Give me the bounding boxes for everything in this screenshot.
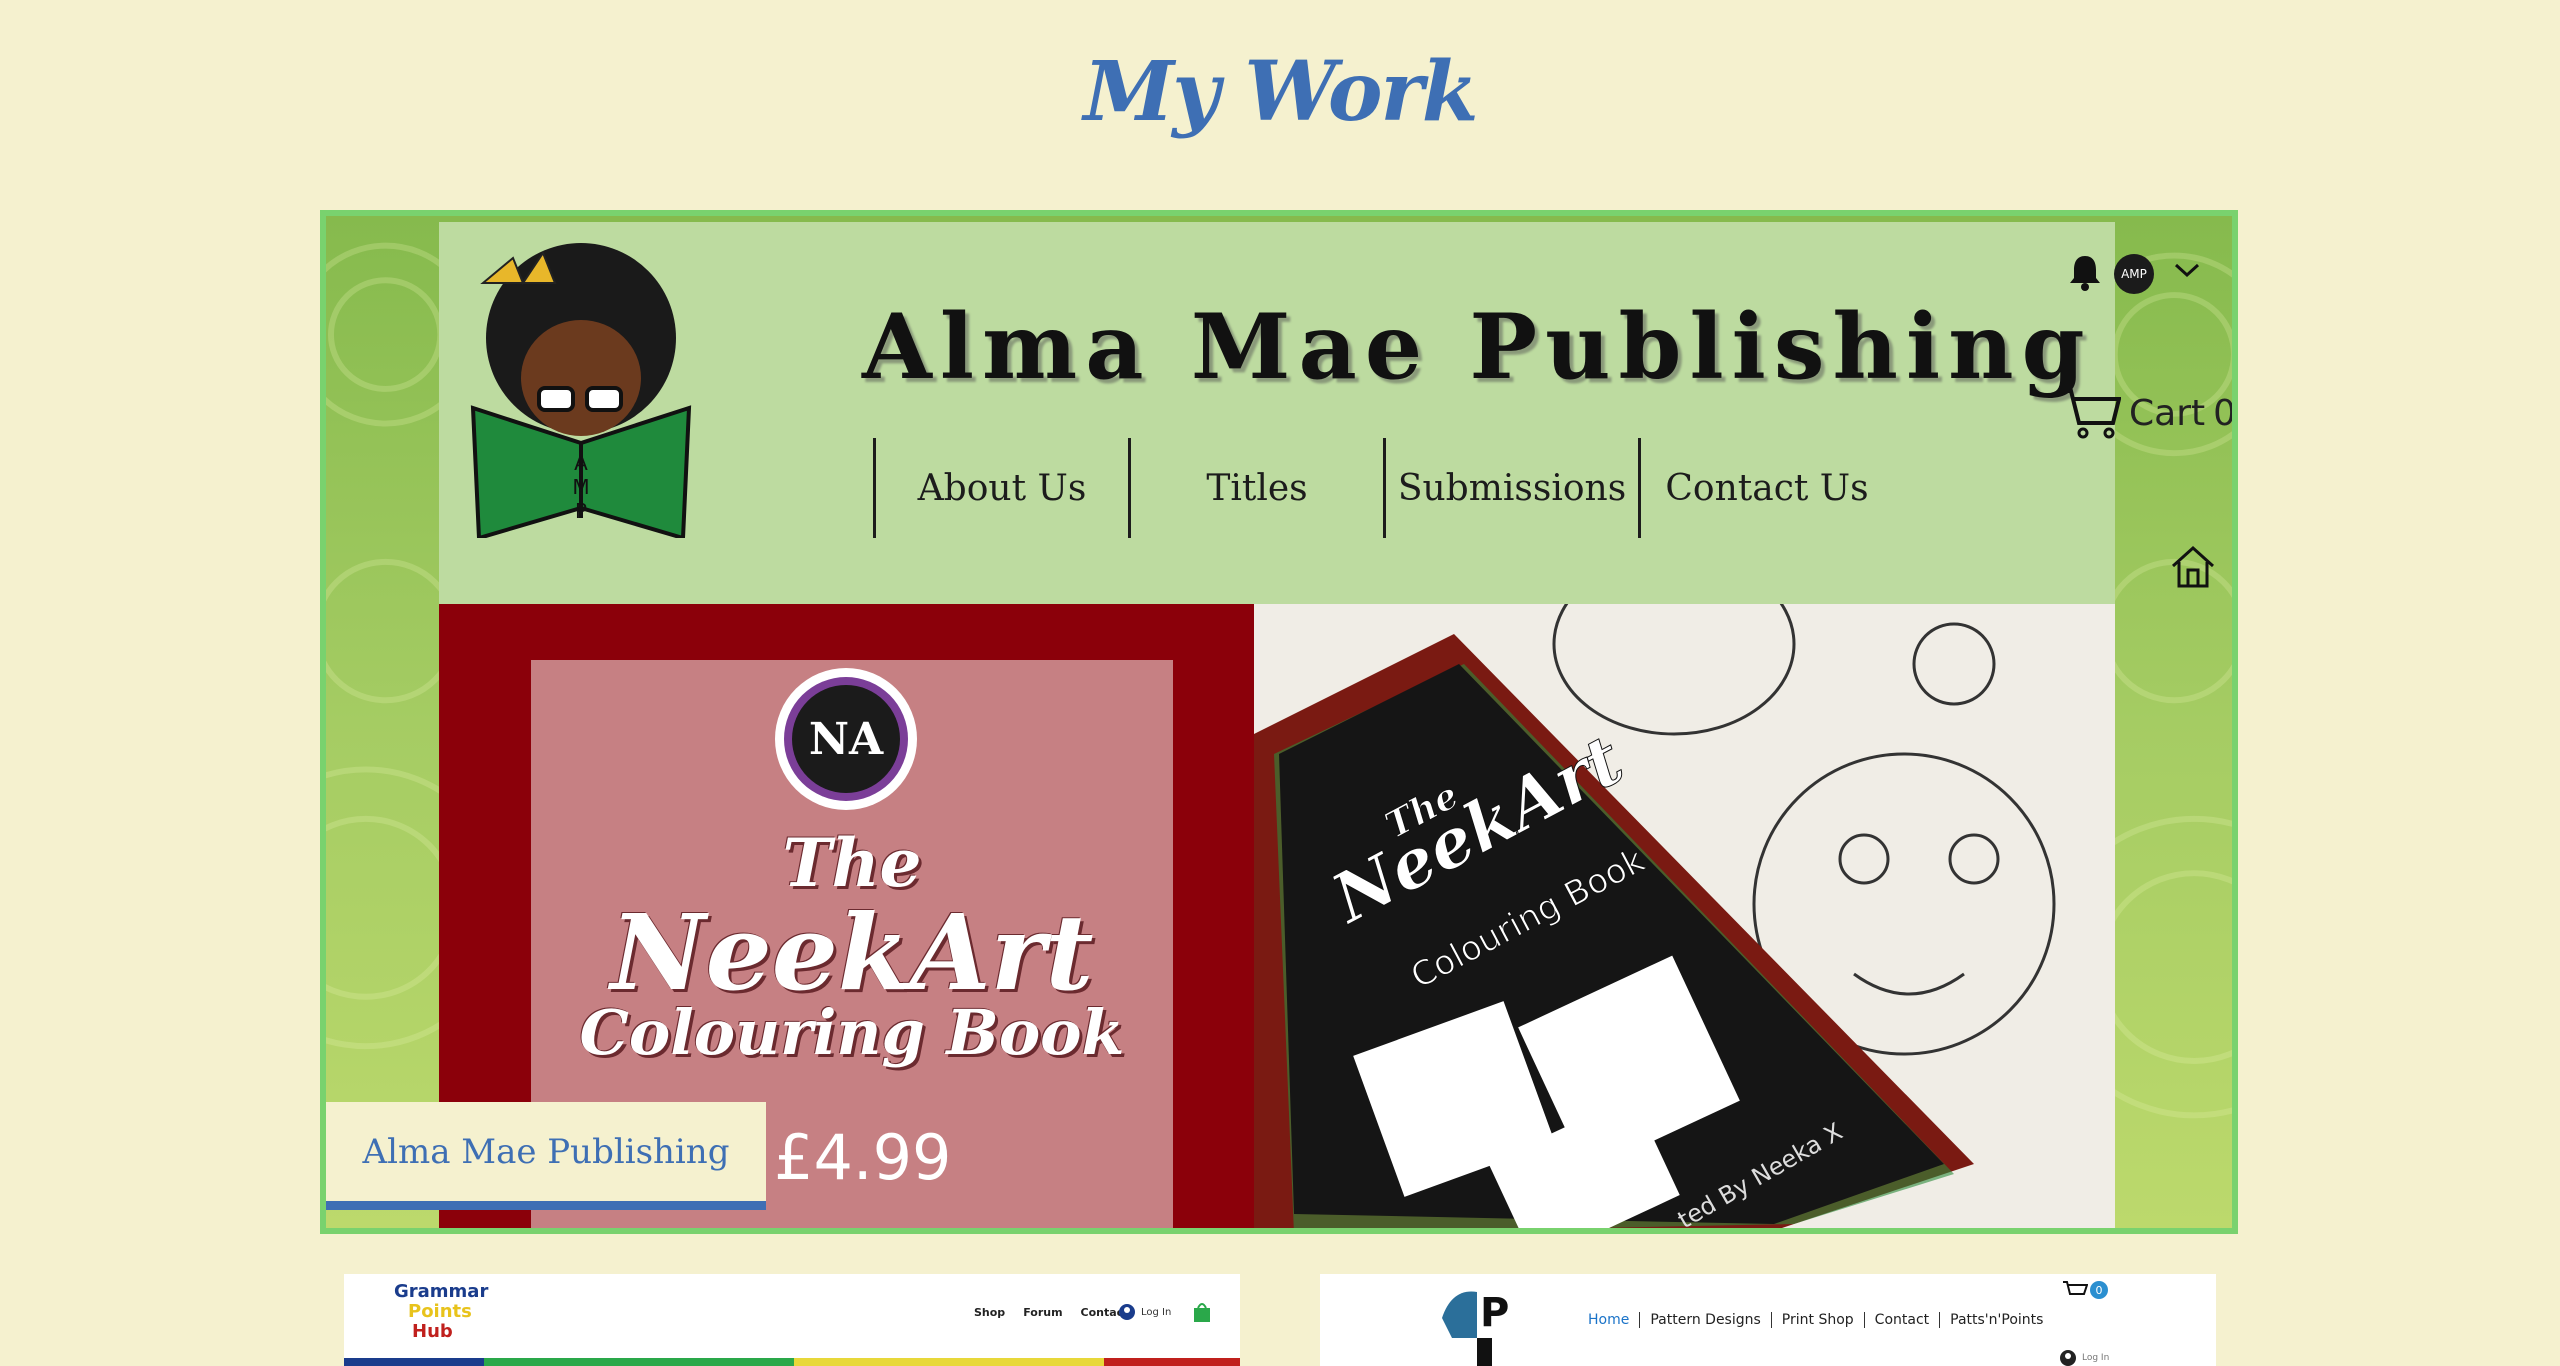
book-photo: The NeekArt Colouring Book ted By Neeka …: [1254, 604, 2115, 1228]
gp-logo-line2: Points: [408, 1301, 472, 1322]
patts-logo-letter: P: [1480, 1290, 1509, 1336]
pp-login[interactable]: Log In: [2060, 1350, 2109, 1366]
showcase-frame[interactable]: A M P Alma Mae Publishing About Us Title…: [320, 210, 2238, 1234]
pp-nav: Home Pattern Designs Print Shop Contact …: [1578, 1312, 2053, 1328]
cart-label: Cart: [2129, 392, 2206, 434]
home-icon[interactable]: [2169, 544, 2217, 588]
gp-color-bar: [344, 1358, 1240, 1366]
main-nav: About Us Titles Submissions Contact Us: [873, 438, 1893, 538]
shopping-bag-icon[interactable]: [1193, 1302, 1211, 1322]
logo-letter-a: A: [574, 451, 588, 475]
pp-nav-pattern-designs[interactable]: Pattern Designs: [1639, 1312, 1770, 1328]
cart-button[interactable]: Cart 0: [2059, 387, 2237, 439]
amp-reader-logo: A M P: [470, 243, 692, 538]
cart-icon: [2061, 389, 2121, 439]
brand-tag[interactable]: Alma Mae Publishing: [326, 1102, 766, 1210]
gp-login[interactable]: Log In: [1119, 1302, 1211, 1322]
gp-nav-forum[interactable]: Forum: [1023, 1306, 1062, 1319]
colouring-book-photo: The NeekArt Colouring Book ted By Neeka …: [1254, 604, 2115, 1228]
cart-icon: [2063, 1281, 2088, 1295]
bell-icon[interactable]: [2067, 252, 2103, 292]
pp-nav-print-shop[interactable]: Print Shop: [1770, 1312, 1864, 1328]
logo-letter-m: M: [572, 475, 589, 499]
nav-about-us[interactable]: About Us: [873, 438, 1128, 538]
site-title[interactable]: Alma Mae Publishing: [862, 294, 2093, 400]
avatar[interactable]: AMP: [2114, 254, 2154, 294]
user-icon: [1119, 1304, 1135, 1320]
showcase-bottom-strip: [326, 1228, 2232, 1234]
pp-nav-patts-n-points[interactable]: Patts'n'Points: [1939, 1312, 2053, 1328]
chevron-down-icon[interactable]: [2173, 260, 2201, 280]
pp-nav-home[interactable]: Home: [1578, 1312, 1639, 1328]
nav-titles[interactable]: Titles: [1128, 438, 1383, 538]
pp-nav-contact[interactable]: Contact: [1863, 1312, 1939, 1328]
user-icon: [2060, 1350, 2076, 1366]
patts-logo: P: [1442, 1290, 1509, 1366]
page-title: My Work: [1083, 44, 1478, 140]
site-header: A M P Alma Mae Publishing About Us Title…: [439, 222, 2232, 604]
nav-submissions[interactable]: Submissions: [1383, 438, 1638, 538]
grammar-points-logo: Grammar Points Hub: [394, 1282, 488, 1342]
neekart-logo: NA: [775, 668, 917, 810]
gp-logo-line1: Grammar: [394, 1281, 489, 1302]
patts-n-points-thumbnail[interactable]: P Home Pattern Designs Print Shop Contac…: [1320, 1274, 2216, 1366]
cart-count: 0: [2213, 392, 2237, 434]
nav-contact-us[interactable]: Contact Us: [1638, 438, 1893, 538]
pp-cart[interactable]: 0: [2062, 1280, 2108, 1300]
pp-cart-count: 0: [2090, 1281, 2108, 1299]
book-title-colouring: Colouring Book: [579, 996, 1125, 1069]
logo-letter-p: P: [575, 499, 587, 523]
gp-nav-shop[interactable]: Shop: [974, 1306, 1005, 1319]
neekart-logo-text: NA: [792, 685, 900, 793]
gp-logo-line3: Hub: [412, 1321, 453, 1342]
grammar-points-thumbnail[interactable]: Grammar Points Hub Shop Forum Contact Lo…: [344, 1274, 1240, 1366]
gp-login-label: Log In: [1141, 1306, 1172, 1318]
gp-nav: Shop Forum Contact: [974, 1306, 1128, 1319]
book-price: £4.99: [774, 1121, 952, 1194]
pp-login-label: Log In: [2082, 1353, 2110, 1363]
